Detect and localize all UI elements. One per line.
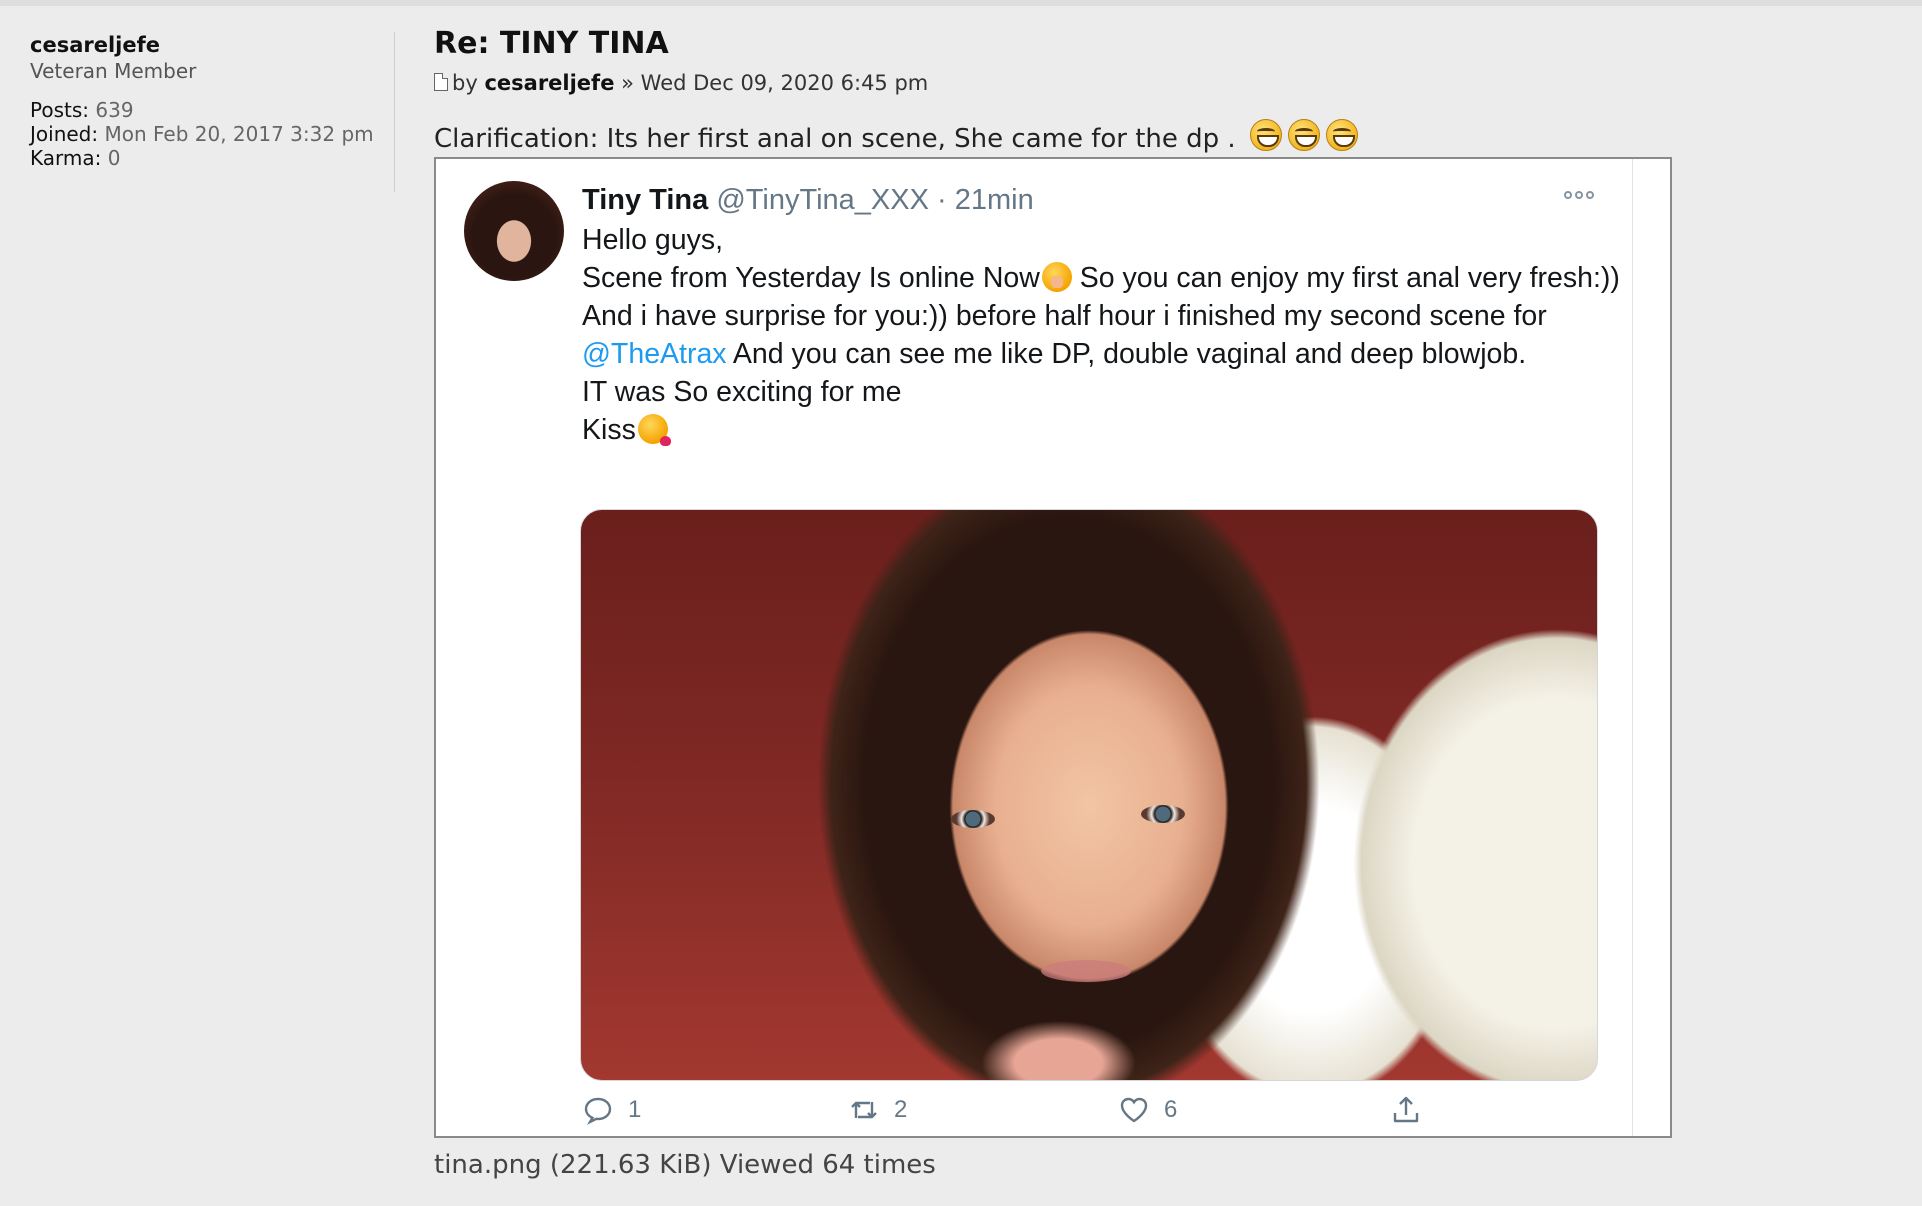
retweet-icon bbox=[851, 1101, 877, 1119]
profile-karma-row: Karma: 0 bbox=[30, 146, 390, 170]
tweet-border-line bbox=[1632, 159, 1633, 1136]
tweet-line: Scene from Yesterday Is online Now So yo… bbox=[582, 259, 1622, 297]
tweet-line-part: Kiss bbox=[582, 414, 636, 446]
profile-rank: Veteran Member bbox=[30, 59, 197, 83]
tweet-header: Tiny Tina @TinyTina_XXX · 21min bbox=[582, 183, 1034, 217]
profile-divider bbox=[394, 32, 395, 192]
reply-icon bbox=[584, 1097, 612, 1125]
share-action bbox=[1390, 1094, 1422, 1126]
tweet-line: @TheAtrax And you can see me like DP, do… bbox=[582, 335, 1622, 373]
meta-separator: » bbox=[621, 71, 634, 95]
karma-label: Karma: bbox=[30, 146, 102, 170]
reply-count: 1 bbox=[628, 1096, 642, 1123]
profile-posts-row: Posts: 639 bbox=[30, 98, 390, 122]
tweet-photo bbox=[580, 509, 1598, 1081]
posts-label: Posts: bbox=[30, 98, 90, 122]
like-action: 6 bbox=[1118, 1094, 1177, 1126]
reply-action: 1 bbox=[582, 1094, 641, 1126]
tweet-line: Kiss bbox=[582, 411, 1622, 449]
attachment-image[interactable]: Tiny Tina @TinyTina_XXX · 21min Hello gu… bbox=[434, 157, 1672, 1138]
tweet-line-part: And you can see me like DP, double vagin… bbox=[726, 338, 1527, 370]
share-icon bbox=[1393, 1096, 1419, 1123]
tweet-text: Hello guys, Scene from Yesterday Is onli… bbox=[582, 221, 1622, 449]
tweet-line: And i have surprise for you:)) before ha… bbox=[582, 300, 1547, 332]
tweet-mention: @TheAtrax bbox=[582, 338, 727, 370]
tweet-actions: 1 2 6 bbox=[582, 1094, 1442, 1134]
photo-eye bbox=[1141, 805, 1185, 823]
retweet-action: 2 bbox=[848, 1094, 907, 1126]
tweet-display-name: Tiny Tina bbox=[582, 184, 709, 216]
karma-value: 0 bbox=[107, 146, 121, 170]
tweet-line: Hello guys, bbox=[582, 224, 723, 256]
more-options-icon bbox=[1564, 191, 1594, 199]
tweet-dot: · bbox=[937, 184, 947, 216]
grin-icon bbox=[1249, 119, 1282, 151]
tweet-line: IT was So exciting for me bbox=[582, 376, 902, 408]
top-strip bbox=[0, 0, 1922, 6]
post-author-link[interactable]: cesareljefe bbox=[484, 71, 614, 95]
posts-count[interactable]: 639 bbox=[95, 98, 133, 122]
post-profile: cesareljefe Veteran Member Posts: 639 Jo… bbox=[30, 32, 390, 170]
profile-joined-row: Joined: Mon Feb 20, 2017 3:32 pm bbox=[30, 122, 390, 146]
joined-label: Joined: bbox=[30, 122, 99, 146]
tweet-time: 21min bbox=[954, 184, 1034, 216]
joined-date: Mon Feb 20, 2017 3:32 pm bbox=[104, 122, 374, 146]
by-label: by bbox=[452, 71, 478, 95]
profile-username-link[interactable]: cesareljefe bbox=[30, 32, 390, 58]
retweet-count: 2 bbox=[894, 1096, 908, 1123]
tweet-avatar bbox=[464, 181, 564, 281]
tweet-handle: @TinyTina_XXX bbox=[716, 184, 929, 216]
grin-icon bbox=[1287, 119, 1320, 151]
post-title-link[interactable]: Re: TINY TINA bbox=[434, 26, 669, 62]
attachment-caption: tina.png (221.63 KiB) Viewed 64 times bbox=[434, 1150, 936, 1180]
post-meta: by cesareljefe » Wed Dec 09, 2020 6:45 p… bbox=[434, 70, 928, 96]
grin-icon bbox=[1325, 119, 1358, 151]
heart-icon bbox=[1120, 1097, 1148, 1123]
tweet-line-part: So you can enjoy my first anal very fres… bbox=[1071, 262, 1620, 294]
post-content: Clarification: Its her first anal on sce… bbox=[434, 118, 1358, 160]
kiss-emoji-icon bbox=[637, 414, 671, 446]
tweet-line-part: Scene from Yesterday Is online Now bbox=[582, 262, 1040, 294]
post-text: Clarification: Its her first anal on sce… bbox=[434, 124, 1236, 154]
photo-eye bbox=[951, 810, 995, 828]
shushing-emoji-icon bbox=[1041, 262, 1072, 292]
post-date: Wed Dec 09, 2020 6:45 pm bbox=[640, 71, 929, 95]
like-count: 6 bbox=[1164, 1096, 1178, 1123]
post-file-icon[interactable] bbox=[434, 73, 448, 91]
profile-stats: Posts: 639 Joined: Mon Feb 20, 2017 3:32… bbox=[30, 98, 390, 170]
photo-mouth bbox=[1041, 960, 1131, 982]
